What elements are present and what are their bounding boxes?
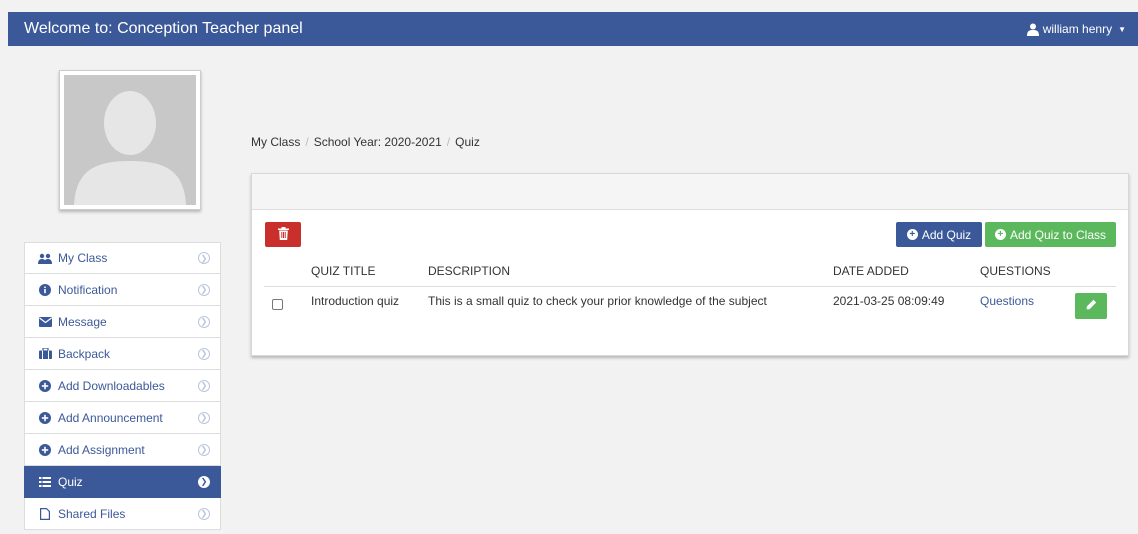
add-quiz-button[interactable]: + Add Quiz xyxy=(896,222,982,247)
column-header-quiz-title: QUIZ TITLE xyxy=(311,264,376,278)
chevron-right-icon: ❯ xyxy=(198,379,210,392)
info-icon xyxy=(38,283,52,296)
row-checkbox[interactable] xyxy=(272,299,283,310)
briefcase-icon xyxy=(38,348,52,359)
sidebar-item-label: My Class xyxy=(58,251,108,265)
chevron-right-icon: ❯ xyxy=(198,411,210,424)
add-quiz-label: Add Quiz xyxy=(921,227,972,242)
description-cell: This is a small quiz to check your prior… xyxy=(428,294,767,308)
sidebar-item-message[interactable]: Message ❯ xyxy=(24,306,221,338)
quiz-title-cell: Introduction quiz xyxy=(311,294,400,308)
users-icon xyxy=(38,253,52,264)
sidebar-item-label: Add Downloadables xyxy=(58,378,165,393)
breadcrumb-separator: / xyxy=(446,135,451,149)
sidebar-item-add-downloadables[interactable]: Add Downloadables ❯ xyxy=(24,370,221,402)
breadcrumb-separator: / xyxy=(305,135,309,149)
add-quiz-to-class-button[interactable]: + Add Quiz to Class xyxy=(985,222,1116,247)
avatar xyxy=(59,70,201,210)
column-header-description: DESCRIPTION xyxy=(428,264,511,278)
panel-heading xyxy=(252,174,1128,210)
top-navbar: Welcome to: Conception Teacher panel wil… xyxy=(8,12,1138,46)
sidebar-item-my-class[interactable]: My Class ❯ xyxy=(24,242,221,274)
plus-circle-icon xyxy=(38,411,52,424)
edit-button[interactable] xyxy=(1075,293,1107,319)
pencil-icon xyxy=(1086,299,1097,313)
chevron-right-icon: ❯ xyxy=(198,283,210,296)
sidebar-item-label: Add Assignment xyxy=(58,442,145,457)
column-header-date-added: DATE ADDED xyxy=(833,264,909,278)
plus-circle-icon xyxy=(38,443,52,456)
delete-button[interactable] xyxy=(265,222,301,247)
avatar-placeholder-icon xyxy=(64,75,196,205)
trash-icon xyxy=(277,226,289,243)
sidebar-item-label: Add Announcement xyxy=(58,410,163,425)
sidebar-item-shared-files[interactable]: Shared Files ❯ xyxy=(24,498,221,530)
breadcrumb-my-class[interactable]: My Class xyxy=(251,135,300,149)
sidebar-item-label: Quiz xyxy=(58,474,83,489)
plus-circle-icon xyxy=(38,379,52,392)
list-icon xyxy=(38,476,52,487)
breadcrumb-school-year[interactable]: School Year: 2020-2021 xyxy=(314,135,442,149)
questions-link[interactable]: Questions xyxy=(980,294,1034,308)
add-quiz-to-class-label: Add Quiz to Class xyxy=(1009,227,1107,242)
user-menu[interactable]: william henry ▼ xyxy=(1026,22,1126,36)
user-name: william henry xyxy=(1042,22,1113,36)
sidebar-item-add-assignment[interactable]: Add Assignment ❯ xyxy=(24,434,221,466)
file-icon xyxy=(38,507,52,520)
sidebar-item-notification[interactable]: Notification ❯ xyxy=(24,274,221,306)
sidebar-item-label: Shared Files xyxy=(58,506,126,521)
sidebar-item-label: Notification xyxy=(58,282,118,297)
envelope-icon xyxy=(38,316,52,327)
chevron-right-icon: ❯ xyxy=(198,315,210,328)
sidebar-item-quiz[interactable]: Quiz ❯ xyxy=(24,466,221,498)
chevron-right-icon: ❯ xyxy=(198,347,210,360)
sidebar-item-label: Backpack xyxy=(58,346,111,361)
chevron-right-icon: ❯ xyxy=(198,443,210,456)
plus-circle-icon: + xyxy=(906,229,918,240)
page-title: Welcome to: Conception Teacher panel xyxy=(24,20,303,37)
sidebar-menu: My Class ❯ Notification ❯ Message ❯ Back… xyxy=(24,242,221,530)
breadcrumb-quiz: Quiz xyxy=(455,135,480,149)
sidebar-item-add-announcement[interactable]: Add Announcement ❯ xyxy=(24,402,221,434)
chevron-right-icon: ❯ xyxy=(198,507,210,520)
breadcrumb: My Class / School Year: 2020-2021 / Quiz xyxy=(251,135,480,149)
user-icon xyxy=(1026,23,1039,36)
column-header-questions: QUESTIONS xyxy=(980,264,1051,278)
sidebar-item-backpack[interactable]: Backpack ❯ xyxy=(24,338,221,370)
chevron-right-icon: ❯ xyxy=(198,252,210,264)
table-divider xyxy=(264,286,1116,287)
chevron-down-icon: ▼ xyxy=(1118,24,1126,34)
quiz-panel: + Add Quiz + Add Quiz to Class QUIZ TITL… xyxy=(251,173,1129,356)
sidebar-item-label: Message xyxy=(58,314,107,329)
plus-circle-icon: + xyxy=(994,229,1006,240)
date-added-cell: 2021-03-25 08:09:49 xyxy=(833,294,945,308)
chevron-right-icon: ❯ xyxy=(198,475,210,488)
